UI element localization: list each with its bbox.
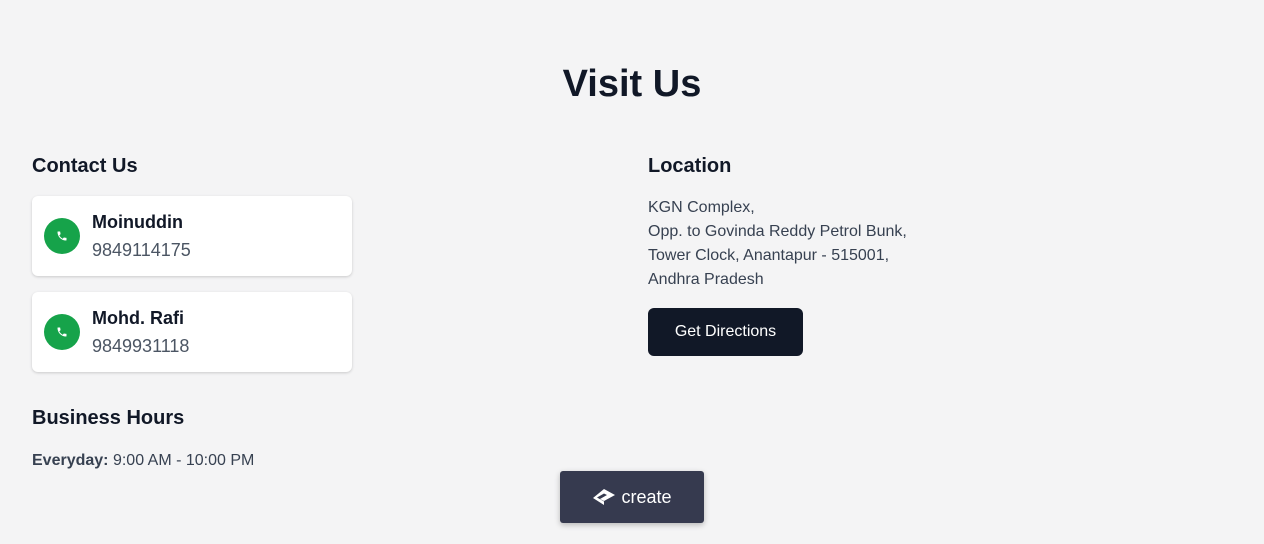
create-badge-button[interactable]: create bbox=[560, 471, 704, 523]
address-block: KGN Complex, Opp. to Govinda Reddy Petro… bbox=[648, 196, 907, 292]
location-heading: Location bbox=[648, 155, 732, 177]
hours-label: Everyday: bbox=[32, 452, 109, 469]
contact-name: Moinuddin bbox=[92, 212, 183, 232]
get-directions-button[interactable]: Get Directions bbox=[648, 308, 803, 356]
visit-us-page: Visit Us Contact Us Moinuddin 9849114175… bbox=[0, 0, 1264, 544]
phone-icon bbox=[44, 218, 80, 254]
create-badge-label: create bbox=[621, 486, 672, 507]
address-line: Andhra Pradesh bbox=[648, 271, 764, 288]
contact-card-mohd-rafi[interactable]: Mohd. Rafi 9849931118 bbox=[32, 292, 352, 372]
contact-heading: Contact Us bbox=[32, 155, 138, 177]
create-logo-icon bbox=[593, 489, 616, 505]
address-line: Tower Clock, Anantapur - 515001, bbox=[648, 247, 890, 264]
contact-phone-number[interactable]: 9849931118 bbox=[92, 334, 189, 358]
business-hours-heading: Business Hours bbox=[32, 407, 185, 429]
contact-phone-number[interactable]: 9849114175 bbox=[92, 238, 191, 262]
hours-value: 9:00 AM - 10:00 PM bbox=[108, 452, 255, 469]
contact-name: Mohd. Rafi bbox=[92, 308, 184, 328]
address-line: Opp. to Govinda Reddy Petrol Bunk, bbox=[648, 223, 907, 240]
contact-card-moinuddin[interactable]: Moinuddin 9849114175 bbox=[32, 196, 352, 276]
business-hours-text: Everyday: 9:00 AM - 10:00 PM bbox=[32, 450, 254, 472]
phone-icon bbox=[44, 314, 80, 350]
address-line: KGN Complex, bbox=[648, 199, 755, 216]
page-title: Visit Us bbox=[562, 63, 702, 105]
